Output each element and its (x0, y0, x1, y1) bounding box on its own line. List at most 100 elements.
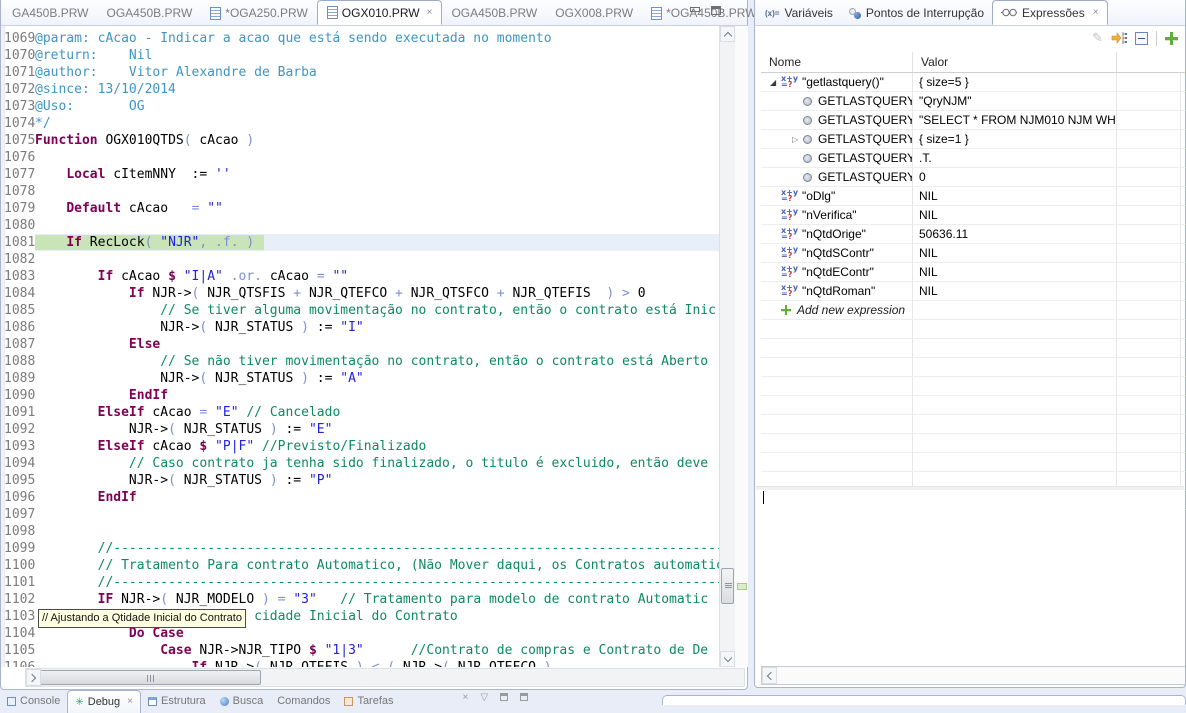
bottom-tab-tarefas[interactable]: Tarefas (337, 690, 400, 712)
filter-icon[interactable]: ▽ (480, 693, 488, 703)
maximize-icon[interactable] (711, 6, 721, 15)
code-line-1081[interactable]: 1081 If RecLock( "NJR", .f. ) (1, 234, 719, 251)
code-line-1070[interactable]: 1070@return: Nil (1, 47, 719, 64)
bottom-tab-console[interactable]: Console (0, 690, 67, 712)
expression-row[interactable]: x+y=?"nVerifica"NIL (761, 206, 1186, 225)
code-line-1084[interactable]: 1084 If NJR->( NJR_QTSFIS + NJR_QTEFCO +… (1, 285, 719, 302)
add-expression-icon[interactable] (1165, 32, 1178, 45)
code-line-1105[interactable]: 1105 Case NJR->NJR_TIPO $ "1|3" //Contra… (1, 642, 719, 659)
code-line-1074[interactable]: 1074*/ (1, 115, 719, 132)
scroll-up-icon[interactable] (720, 26, 735, 42)
scroll-left-icon[interactable] (762, 667, 777, 684)
scroll-down-icon[interactable] (720, 651, 735, 667)
code-line-1094[interactable]: 1094 // Caso contrato ja tenha sido fina… (1, 455, 719, 472)
editor-tab-oga450b.prw[interactable]: OGA450B.PRW (97, 1, 201, 25)
add-expression-icon[interactable] (781, 305, 791, 315)
editor-tab-ogx008.prw[interactable]: OGX008.PRW (546, 1, 642, 25)
code-line-1093[interactable]: 1093 ElseIf cAcao $ "P|F" //Previsto/Fin… (1, 438, 719, 455)
expression-detail-pane[interactable] (756, 490, 1184, 662)
code-line-1091[interactable]: 1091 ElseIf cAcao = "E" // Cancelado (1, 404, 719, 421)
vertical-scroll-thumb[interactable] (721, 568, 734, 604)
code-line-1085[interactable]: 1085 // Se tiver alguma movimentação no … (1, 302, 719, 319)
code-line-1088[interactable]: 1088 // Se não tiver movimentação no con… (1, 353, 719, 370)
code-line-1090[interactable]: 1090 EndIf (1, 387, 719, 404)
save-all-icon[interactable] (520, 693, 528, 701)
reevaluate-watch-icon[interactable] (1111, 31, 1127, 45)
horizontal-scroll-thumb[interactable] (39, 670, 261, 685)
current-line-marker[interactable] (737, 583, 747, 590)
code-line-1073[interactable]: 1073@Uso: OG (1, 98, 719, 115)
column-header-nome[interactable]: Nome (761, 52, 913, 72)
save-icon[interactable] (500, 693, 508, 701)
code-line-1086[interactable]: 1086 NJR->( NJR_STATUS ) := "I" (1, 319, 719, 336)
expression-row[interactable]: GETLASTQUERY("SELECT * FROM NJM010 NJM W… (761, 111, 1186, 130)
empty-row[interactable] (761, 339, 1186, 358)
close-icon[interactable]: × (427, 8, 433, 18)
panel-horizontal-scrollbar[interactable] (761, 666, 1185, 685)
code-line-1082[interactable]: 1082 (1, 251, 719, 268)
expand-closed-icon[interactable]: ▷ (792, 135, 803, 144)
empty-row[interactable] (761, 377, 1186, 396)
code-line-1076[interactable]: 1076 (1, 149, 719, 166)
expression-row[interactable]: GETLASTQUERY(.T. (761, 149, 1186, 168)
editor-tab-ogx010.prw[interactable]: OGX010.PRW× (317, 0, 443, 25)
edit-expression-icon[interactable]: ✎ (1092, 30, 1103, 46)
code-line-1089[interactable]: 1089 NJR->( NJR_STATUS ) := "A" (1, 370, 719, 387)
minimize-icon[interactable] (690, 7, 700, 12)
tab-variaveis[interactable]: (x)= Variáveis (757, 1, 841, 25)
code-area[interactable]: 1069@param: cAcao - Indicar a acao que e… (1, 26, 719, 667)
editor-tab-oga250.prw[interactable]: *OGA250.PRW (201, 1, 316, 25)
code-line-1097[interactable]: 1097 (1, 506, 719, 523)
empty-row[interactable] (761, 434, 1186, 453)
editor-tab-ga450b.prw[interactable]: GA450B.PRW (3, 1, 97, 25)
expression-row[interactable]: ◢x+y=?"getlastquery()"{ size=5 } (761, 73, 1186, 92)
editor-vertical-scrollbar[interactable] (719, 26, 735, 667)
code-line-1077[interactable]: 1077 Local cItemNNY := '' (1, 166, 719, 183)
clear-icon[interactable]: × (463, 693, 469, 703)
code-line-1078[interactable]: 1078 (1, 183, 719, 200)
column-header-valor[interactable]: Valor (913, 52, 1117, 72)
code-line-1101[interactable]: 1101 //---------------------------------… (1, 574, 719, 591)
code-line-1087[interactable]: 1087 Else (1, 336, 719, 353)
collapse-all-icon[interactable] (1135, 32, 1148, 45)
scroll-right-icon[interactable] (26, 669, 41, 686)
empty-row[interactable] (761, 358, 1186, 377)
code-line-1080[interactable]: 1080 (1, 217, 719, 234)
bottom-tab-estrutura[interactable]: Estrutura (141, 690, 213, 712)
code-line-1092[interactable]: 1092 NJR->( NJR_STATUS ) := "E" (1, 421, 719, 438)
expression-row[interactable]: GETLASTQUERY(0 (761, 168, 1186, 187)
empty-row[interactable] (761, 320, 1186, 339)
code-line-1083[interactable]: 1083 If cAcao $ "I|A" .or. cAcao = "" (1, 268, 719, 285)
code-line-1106[interactable]: 1106 If NJR->( NJR_QTEFIS ) < ( NJR->( N… (1, 659, 719, 667)
expression-row[interactable]: x+y=?"nQtdEContr"NIL (761, 263, 1186, 282)
code-line-1096[interactable]: 1096 EndIf (1, 489, 719, 506)
code-line-1100[interactable]: 1100 // Tratamento Para contrato Automat… (1, 557, 719, 574)
code-line-1071[interactable]: 1071@author: Vitor Alexandre de Barba (1, 64, 719, 81)
expand-open-icon[interactable]: ◢ (770, 78, 781, 87)
bottom-tab-debug[interactable]: ✳Debug× (67, 690, 141, 713)
expression-row[interactable]: x+y=?"oDlg"NIL (761, 187, 1186, 206)
code-line-1075[interactable]: 1075Function OGX010QTDS( cAcao ) (1, 132, 719, 149)
bottom-tab-comandos[interactable]: Comandos (270, 690, 337, 712)
bottom-tab-busca[interactable]: Busca (213, 690, 271, 712)
expression-row[interactable]: x+y=?"nQtdRoman"NIL (761, 282, 1186, 301)
add-expression-row[interactable]: Add new expression (761, 301, 1186, 320)
empty-row[interactable] (761, 396, 1186, 415)
expression-row[interactable]: ▷GETLASTQUERY({ size=1 } (761, 130, 1186, 149)
code-line-1098[interactable]: 1098 (1, 523, 719, 540)
editor-tab-oga450b.prw[interactable]: OGA450B.PRW (442, 1, 546, 25)
editor-horizontal-scrollbar[interactable] (25, 668, 745, 687)
expression-row[interactable]: GETLASTQUERY("QryNJM" (761, 92, 1186, 111)
code-line-1095[interactable]: 1095 NJR->( NJR_STATUS ) := "P" (1, 472, 719, 489)
expression-row[interactable]: x+y=?"nQtdOrige"50636.11 (761, 225, 1186, 244)
tab-pontos-de-interrupcao[interactable]: Pontos de Interrupção (841, 1, 992, 25)
empty-row[interactable] (761, 415, 1186, 434)
code-line-1102[interactable]: 1102 IF NJR->( NJR_MODELO ) = "3" // Tra… (1, 591, 719, 608)
code-line-1079[interactable]: 1079 Default cAcao = "" (1, 200, 719, 217)
tab-expressoes[interactable]: Expressões × (992, 0, 1108, 25)
close-icon[interactable]: × (1093, 8, 1099, 18)
code-line-1099[interactable]: 1099 //---------------------------------… (1, 540, 719, 557)
empty-row[interactable] (761, 453, 1186, 472)
code-line-1072[interactable]: 1072@since: 13/10/2014 (1, 81, 719, 98)
close-icon[interactable]: × (127, 697, 133, 707)
